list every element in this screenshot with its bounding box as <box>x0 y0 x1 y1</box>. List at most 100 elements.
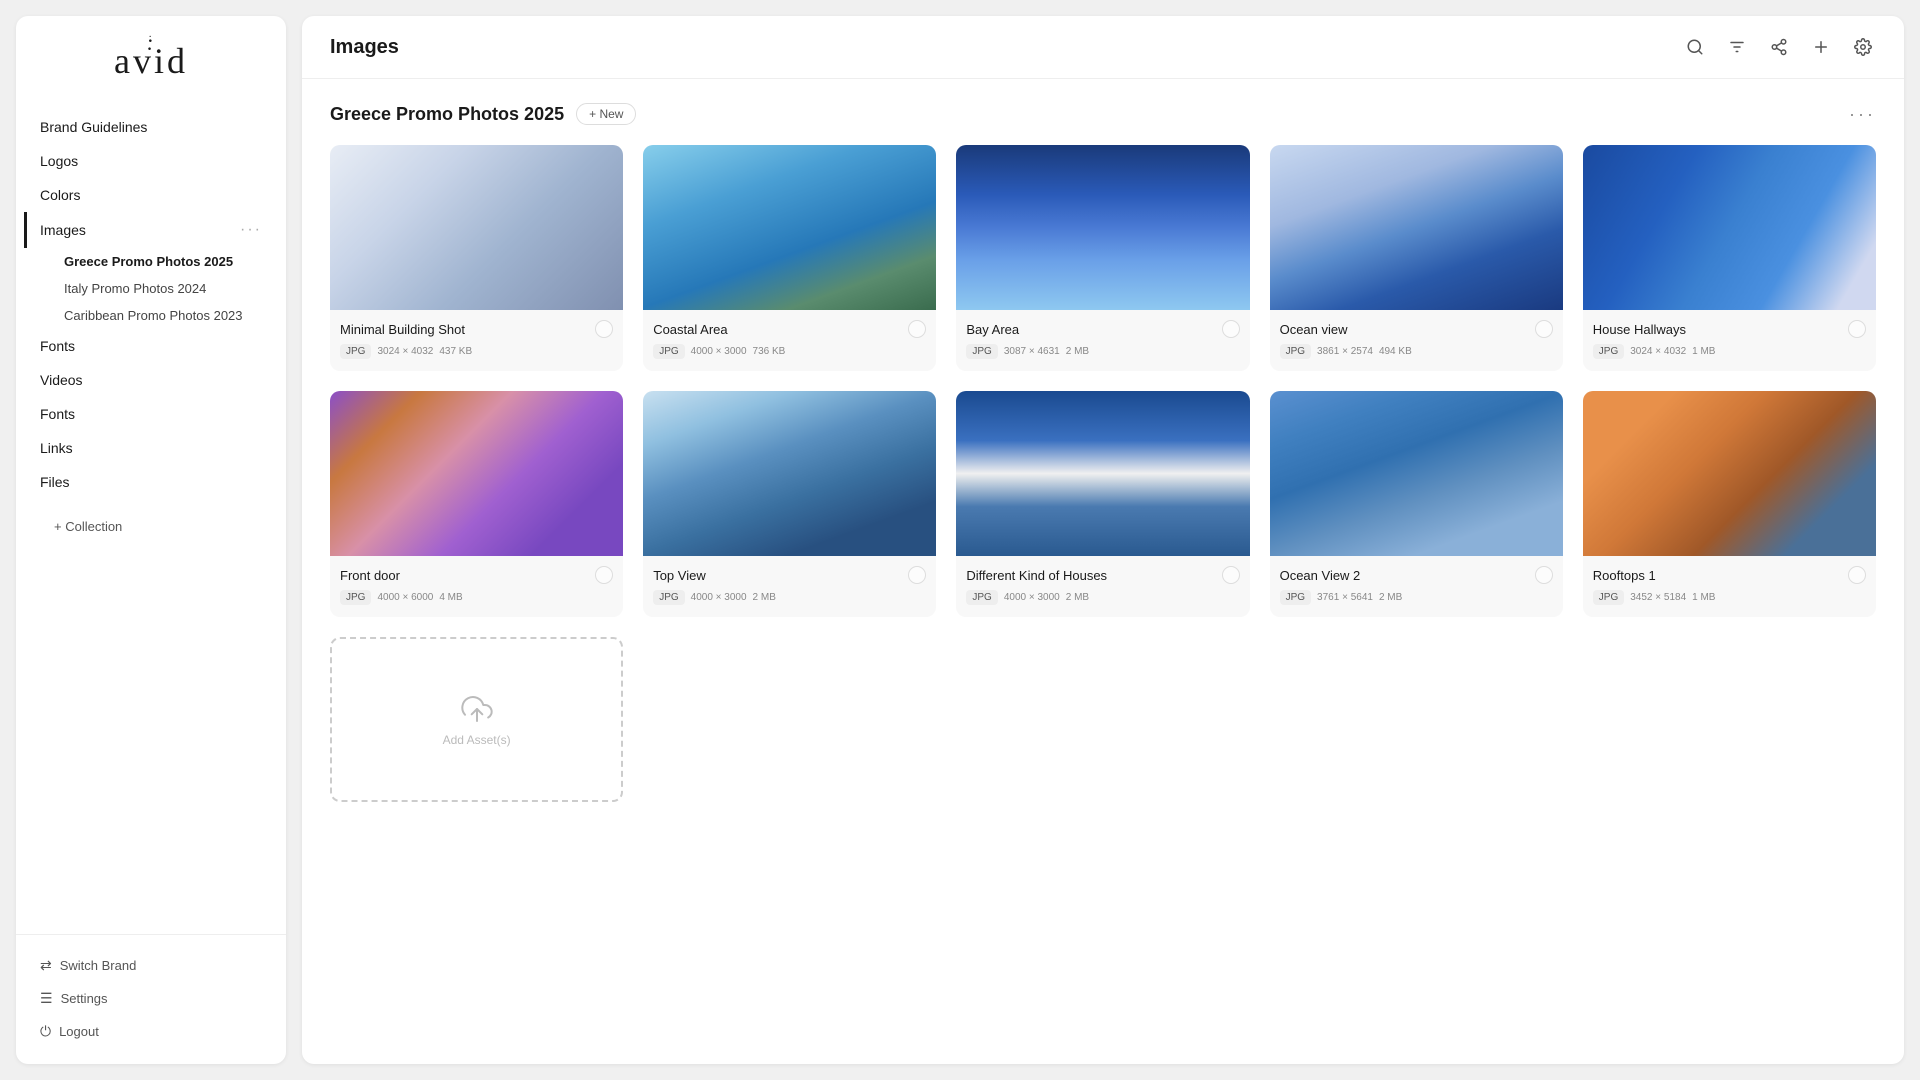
image-title: Coastal Area <box>653 322 908 337</box>
image-card-4[interactable]: Ocean view JPG 3861 × 2574 494 KB <box>1270 145 1563 371</box>
image-thumbnail <box>1270 145 1563 310</box>
image-format-badge: JPG <box>1280 344 1311 359</box>
upload-drop-zone[interactable]: Add Asset(s) <box>330 637 623 802</box>
image-select-checkbox[interactable] <box>1222 320 1240 338</box>
settings-button[interactable]: ☰ Settings <box>24 982 278 1015</box>
image-select-checkbox[interactable] <box>595 320 613 338</box>
image-card-8[interactable]: Different Kind of Houses JPG 4000 × 3000… <box>956 391 1249 617</box>
card-info: Front door JPG 4000 × 6000 4 MB <box>330 556 623 617</box>
settings-header-button[interactable] <box>1850 34 1876 60</box>
card-title-row: Rooftops 1 <box>1593 566 1866 584</box>
sidebar-sub-nav: Greece Promo Photos 2025 Italy Promo Pho… <box>24 248 278 329</box>
image-dimensions: 3024 × 4032 <box>377 346 433 357</box>
card-title-row: Different Kind of Houses <box>966 566 1239 584</box>
sidebar-nav: Brand Guidelines Logos Colors Images ···… <box>16 110 286 934</box>
image-thumbnail <box>643 391 936 556</box>
share-icon <box>1770 38 1788 56</box>
switch-brand-icon: ⇄ <box>40 957 52 974</box>
image-dimensions: 3452 × 5184 <box>1630 592 1686 603</box>
image-card-1[interactable]: Minimal Building Shot JPG 3024 × 4032 43… <box>330 145 623 371</box>
card-meta: JPG 3452 × 5184 1 MB <box>1593 590 1866 605</box>
card-info: Minimal Building Shot JPG 3024 × 4032 43… <box>330 310 623 371</box>
image-card-9[interactable]: Ocean View 2 JPG 3761 × 5641 2 MB <box>1270 391 1563 617</box>
gear-icon <box>1854 38 1872 56</box>
image-title: Minimal Building Shot <box>340 322 595 337</box>
image-select-checkbox[interactable] <box>1222 566 1240 584</box>
add-collection-button[interactable]: + Collection <box>40 511 136 542</box>
image-format-badge: JPG <box>1593 590 1624 605</box>
content-area: Greece Promo Photos 2025 + New ··· Minim… <box>302 79 1904 1064</box>
card-meta: JPG 4000 × 6000 4 MB <box>340 590 613 605</box>
image-dimensions: 3024 × 4032 <box>1630 346 1686 357</box>
upload-placeholder[interactable]: Add Asset(s) <box>330 637 623 802</box>
add-button[interactable] <box>1808 34 1834 60</box>
sidebar-item-brand-guidelines[interactable]: Brand Guidelines <box>24 110 278 144</box>
card-meta: JPG 4000 × 3000 736 KB <box>653 344 926 359</box>
share-button[interactable] <box>1766 34 1792 60</box>
image-format-badge: JPG <box>653 590 684 605</box>
image-select-checkbox[interactable] <box>595 566 613 584</box>
image-thumbnail <box>956 391 1249 556</box>
card-title-row: Front door <box>340 566 613 584</box>
image-select-checkbox[interactable] <box>1535 320 1553 338</box>
card-info: Coastal Area JPG 4000 × 3000 736 KB <box>643 310 936 371</box>
image-card-2[interactable]: Coastal Area JPG 4000 × 3000 736 KB <box>643 145 936 371</box>
image-title: Rooftops 1 <box>1593 568 1848 583</box>
sidebar-item-images[interactable]: Images ··· <box>24 212 278 248</box>
main-panel: Images Greece Promo Photos 2025 + New <box>302 16 1904 1064</box>
header-actions <box>1682 34 1876 60</box>
settings-icon: ☰ <box>40 990 53 1007</box>
filter-button[interactable] <box>1724 34 1750 60</box>
image-card-3[interactable]: Bay Area JPG 3087 × 4631 2 MB <box>956 145 1249 371</box>
sidebar-item-logos[interactable]: Logos <box>24 144 278 178</box>
image-title: Ocean View 2 <box>1280 568 1535 583</box>
images-more-icon[interactable]: ··· <box>240 221 262 239</box>
card-info: Top View JPG 4000 × 3000 2 MB <box>643 556 936 617</box>
image-thumbnail <box>1583 391 1876 556</box>
image-thumbnail <box>1270 391 1563 556</box>
sidebar-item-colors[interactable]: Colors <box>24 178 278 212</box>
card-title-row: House Hallways <box>1593 320 1866 338</box>
image-card-7[interactable]: Top View JPG 4000 × 3000 2 MB <box>643 391 936 617</box>
sidebar-item-links[interactable]: Links <box>24 431 278 465</box>
search-icon <box>1686 38 1704 56</box>
image-select-checkbox[interactable] <box>1848 566 1866 584</box>
sidebar-item-caribbean[interactable]: Caribbean Promo Photos 2023 <box>48 302 278 329</box>
image-size: 736 KB <box>753 346 786 357</box>
image-select-checkbox[interactable] <box>1535 566 1553 584</box>
upload-icon <box>461 693 493 725</box>
image-format-badge: JPG <box>966 344 997 359</box>
card-meta: JPG 4000 × 3000 2 MB <box>966 590 1239 605</box>
switch-brand-button[interactable]: ⇄ Switch Brand <box>24 949 278 982</box>
sidebar-item-fonts-1[interactable]: Fonts <box>24 329 278 363</box>
new-button[interactable]: + New <box>576 103 636 125</box>
logout-button[interactable]: ⏻ Logout <box>24 1015 278 1048</box>
collection-more-button[interactable]: ··· <box>1849 104 1876 125</box>
image-title: House Hallways <box>1593 322 1848 337</box>
image-dimensions: 4000 × 3000 <box>691 346 747 357</box>
image-format-badge: JPG <box>966 590 997 605</box>
image-select-checkbox[interactable] <box>908 320 926 338</box>
card-meta: JPG 4000 × 3000 2 MB <box>653 590 926 605</box>
sidebar-item-fonts-2[interactable]: Fonts <box>24 397 278 431</box>
card-info: Ocean View 2 JPG 3761 × 5641 2 MB <box>1270 556 1563 617</box>
collection-name: Greece Promo Photos 2025 <box>330 104 564 125</box>
sidebar-item-videos[interactable]: Videos <box>24 363 278 397</box>
sidebar-item-greece[interactable]: Greece Promo Photos 2025 <box>48 248 278 275</box>
image-format-badge: JPG <box>340 590 371 605</box>
image-size: 2 MB <box>1066 592 1089 603</box>
image-select-checkbox[interactable] <box>1848 320 1866 338</box>
image-title: Bay Area <box>966 322 1221 337</box>
sidebar-item-files[interactable]: Files <box>24 465 278 499</box>
card-info: Ocean view JPG 3861 × 2574 494 KB <box>1270 310 1563 371</box>
image-card-6[interactable]: Front door JPG 4000 × 6000 4 MB <box>330 391 623 617</box>
card-title-row: Ocean view <box>1280 320 1553 338</box>
image-select-checkbox[interactable] <box>908 566 926 584</box>
search-button[interactable] <box>1682 34 1708 60</box>
image-dimensions: 3087 × 4631 <box>1004 346 1060 357</box>
image-card-10[interactable]: Rooftops 1 JPG 3452 × 5184 1 MB <box>1583 391 1876 617</box>
sidebar-item-italy[interactable]: Italy Promo Photos 2024 <box>48 275 278 302</box>
image-dimensions: 4000 × 6000 <box>377 592 433 603</box>
image-card-5[interactable]: House Hallways JPG 3024 × 4032 1 MB <box>1583 145 1876 371</box>
card-title-row: Top View <box>653 566 926 584</box>
